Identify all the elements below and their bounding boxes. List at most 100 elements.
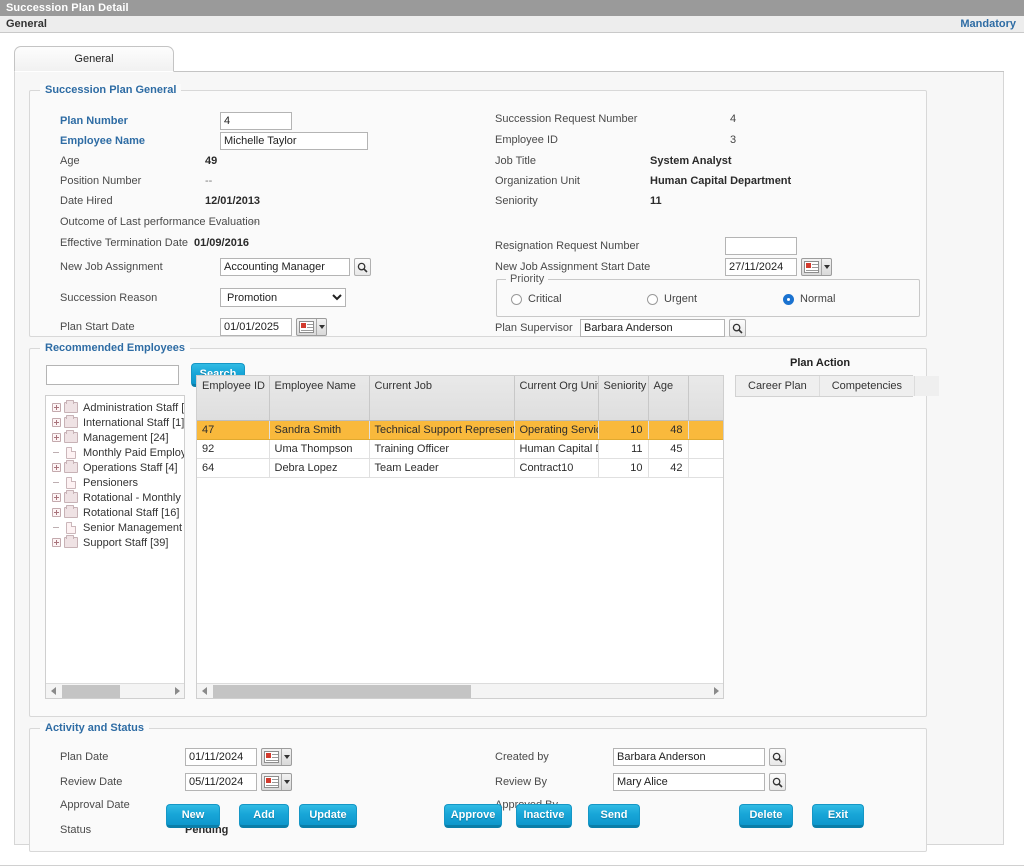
tree-item[interactable]: Administration Staff [42	[46, 400, 184, 415]
field-employee-name: Employee Name	[60, 132, 368, 150]
expand-plus-icon[interactable]	[52, 418, 61, 427]
plan-start-date-input[interactable]	[220, 318, 292, 336]
employee-group-tree[interactable]: Administration Staff [42 International S…	[45, 395, 185, 699]
tree-scroll-thumb[interactable]	[62, 684, 120, 698]
review-by-label: Review By	[495, 776, 547, 788]
job-title-value: System Analyst	[650, 155, 732, 167]
tree-item[interactable]: Senior Management	[46, 520, 184, 535]
tree-item[interactable]: Operations Staff [4]	[46, 460, 184, 475]
recommended-search-input[interactable]	[46, 365, 179, 385]
document-icon	[66, 446, 76, 459]
tree-item[interactable]: Support Staff [39]	[46, 535, 184, 550]
new-job-assignment-search-icon[interactable]	[354, 258, 371, 276]
tree-item-label: Rotational Staff [16]	[83, 506, 180, 519]
tree-item[interactable]: International Staff [1]	[46, 415, 184, 430]
action-button-bar: New Add Update Approve Inactive Send Del…	[15, 804, 1005, 830]
new-job-assignment-start-date-calendar-icon[interactable]	[801, 258, 832, 276]
table-row[interactable]: 64 Debra Lopez Team Leader Contract10 10…	[197, 458, 723, 478]
scroll-right-arrow-icon[interactable]	[170, 684, 184, 699]
new-job-assignment-input[interactable]	[220, 258, 350, 276]
approve-button[interactable]: Approve	[444, 804, 502, 828]
priority-option-normal[interactable]: Normal	[783, 293, 835, 305]
grid-horizontal-scrollbar[interactable]	[197, 683, 723, 698]
scroll-right-arrow-icon[interactable]	[709, 684, 723, 699]
tree-item[interactable]: Management [24]	[46, 430, 184, 445]
tree-item-label: Pensioners	[83, 476, 139, 489]
expand-plus-icon[interactable]	[52, 508, 61, 517]
grid-scroll-thumb[interactable]	[213, 684, 471, 698]
tab-general[interactable]: General	[14, 46, 174, 72]
tab-career-plan[interactable]: Career Plan	[736, 376, 820, 396]
succession-reason-select[interactable]: Promotion	[220, 288, 346, 307]
cell-age: 45	[648, 439, 689, 459]
resignation-request-number-input[interactable]	[725, 237, 797, 255]
column-header-current-job[interactable]: Current Job	[369, 376, 515, 421]
table-row[interactable]: 47 Sandra Smith Technical Support Repres…	[197, 420, 723, 440]
cell-seniority: 10	[598, 458, 649, 478]
review-date-calendar-icon[interactable]	[261, 773, 292, 791]
column-header-age[interactable]: Age	[648, 376, 689, 421]
column-header-employee-name[interactable]: Employee Name	[269, 376, 370, 421]
expand-plus-icon[interactable]	[52, 493, 61, 502]
review-date-input[interactable]	[185, 773, 257, 791]
tree-item[interactable]: Rotational - Monthly [14	[46, 490, 184, 505]
employee-name-input[interactable]	[220, 132, 368, 150]
plan-start-date-calendar-icon[interactable]	[296, 318, 327, 336]
employee-group-tree-list: Administration Staff [42 International S…	[46, 396, 184, 550]
radio-urgent-icon[interactable]	[647, 293, 658, 305]
tree-item[interactable]: Pensioners	[46, 475, 184, 490]
new-job-assignment-start-date-input[interactable]	[725, 258, 797, 276]
scroll-left-arrow-icon[interactable]	[46, 684, 60, 699]
radio-critical-icon[interactable]	[511, 293, 522, 305]
document-icon	[66, 476, 76, 489]
radio-normal-icon[interactable]	[783, 293, 794, 305]
new-button[interactable]: New	[166, 804, 220, 828]
plan-action-title: Plan Action	[790, 357, 851, 369]
tree-item[interactable]: Rotational Staff [16]	[46, 505, 184, 520]
priority-option-critical[interactable]: Critical	[511, 293, 562, 305]
folder-icon	[64, 430, 78, 443]
plan-date-calendar-icon[interactable]	[261, 748, 292, 766]
created-by-search-icon[interactable]	[769, 748, 786, 766]
plan-supervisor-search-icon[interactable]	[729, 319, 746, 337]
recommended-employees-grid[interactable]: Employee ID Employee Name Current Job Cu…	[196, 375, 724, 699]
tree-horizontal-scrollbar[interactable]	[46, 683, 184, 698]
priority-group: Priority Critical Urgent Normal	[496, 273, 920, 317]
exit-button[interactable]: Exit	[812, 804, 864, 828]
add-button[interactable]: Add	[239, 804, 289, 828]
plan-date-input[interactable]	[185, 748, 257, 766]
expand-plus-icon[interactable]	[52, 433, 61, 442]
column-header-employee-id[interactable]: Employee ID	[197, 376, 270, 421]
expand-plus-icon[interactable]	[52, 403, 61, 412]
field-plan-number: Plan Number	[60, 112, 292, 130]
tree-scroll-track[interactable]	[60, 684, 170, 698]
organization-unit-label: Organization Unit	[495, 175, 580, 187]
tree-item-label: Monthly Paid Employees	[83, 446, 184, 459]
plan-supervisor-input[interactable]	[580, 319, 725, 337]
scroll-left-arrow-icon[interactable]	[197, 684, 211, 699]
table-row[interactable]: 92 Uma Thompson Training Officer Human C…	[197, 439, 723, 459]
cell-employee-id: 92	[197, 439, 270, 459]
expand-plus-icon[interactable]	[52, 463, 61, 472]
date-hired-label: Date Hired	[60, 195, 113, 207]
column-header-seniority[interactable]: Seniority	[598, 376, 649, 421]
field-organization-unit: Organization Unit Human Capital Departme…	[495, 175, 791, 187]
delete-button[interactable]: Delete	[739, 804, 793, 828]
review-by-input[interactable]	[613, 773, 765, 791]
tab-competencies[interactable]: Competencies	[819, 376, 916, 396]
review-by-search-icon[interactable]	[769, 773, 786, 791]
tree-item[interactable]: Monthly Paid Employees	[46, 445, 184, 460]
grid-scroll-track[interactable]	[211, 684, 709, 698]
priority-option-urgent[interactable]: Urgent	[647, 293, 697, 305]
inactive-button[interactable]: Inactive	[516, 804, 572, 828]
send-button[interactable]: Send	[588, 804, 640, 828]
resignation-request-number-label: Resignation Request Number	[495, 240, 640, 252]
expand-plus-icon[interactable]	[52, 538, 61, 547]
plan-number-input[interactable]	[220, 112, 292, 130]
update-button[interactable]: Update	[299, 804, 357, 828]
folder-icon	[64, 460, 78, 473]
created-by-input[interactable]	[613, 748, 765, 766]
plan-supervisor-label: Plan Supervisor	[495, 322, 573, 334]
column-header-current-org-unit[interactable]: Current Org Unit	[514, 376, 599, 421]
plan-action-tab-filler	[915, 376, 940, 396]
